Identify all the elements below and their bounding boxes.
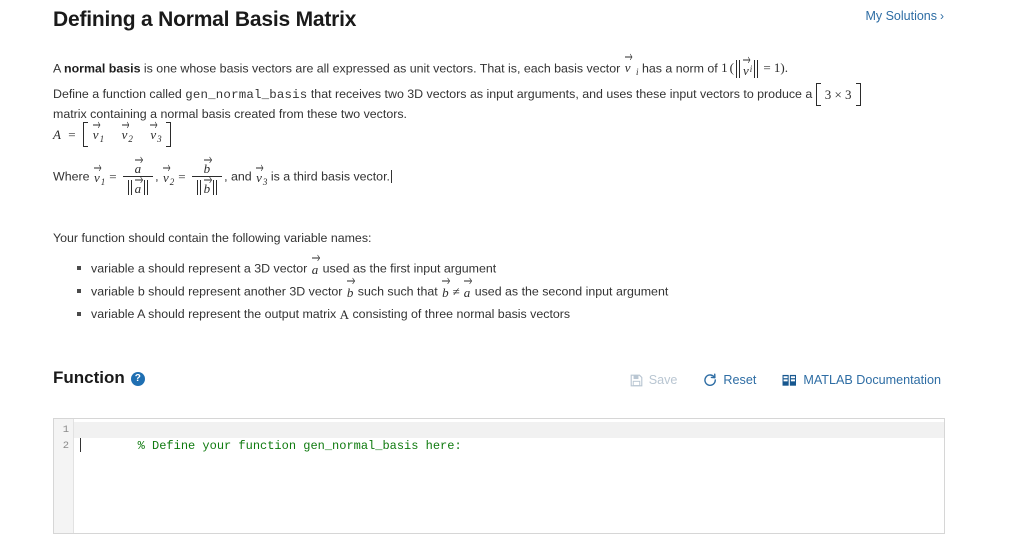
intro-p2-mid: that receives two 3D vectors as input ar… xyxy=(307,86,816,101)
intro-paragraph-2: Define a function called gen_normal_basi… xyxy=(53,83,893,123)
bullet-3-after: consisting of three normal basis vectors xyxy=(349,307,571,321)
save-disk-icon xyxy=(630,374,643,387)
editor-code-area[interactable]: % Define your function gen_normal_basis … xyxy=(74,419,944,533)
function-section-title: Function? xyxy=(53,368,145,388)
bullet-3-before: variable A should represent the output m… xyxy=(91,307,340,321)
code-line[interactable]: % Define your function gen_normal_basis … xyxy=(74,422,944,453)
editor-caret xyxy=(80,438,81,452)
intro-p1-lead: A xyxy=(53,61,65,76)
math-vector-a-2: a xyxy=(463,277,472,303)
where-equals-1: = xyxy=(109,169,117,185)
page-header: Defining a Normal Basis Matrix My Soluti… xyxy=(0,0,1024,46)
variables-list: variable a should represent a 3D vector … xyxy=(77,254,669,326)
equation-lhs: A xyxy=(53,126,61,142)
function-label: Function xyxy=(53,368,125,387)
code-editor[interactable]: 1 2 % Define your function gen_normal_ba… xyxy=(53,418,945,534)
mathworks-problem-page: Defining a Normal Basis Matrix My Soluti… xyxy=(0,0,1024,557)
where-definition-line: Where v1 = a a, v2 = b b, and v3 is a third ba… xyxy=(53,156,392,195)
bullet-2-before: variable b should represent another 3D v… xyxy=(91,284,346,299)
intro-p1-mid: has a norm of xyxy=(638,61,722,76)
documentation-label: MATLAB Documentation xyxy=(803,373,941,387)
save-button[interactable]: Save xyxy=(630,373,678,387)
math-vector-a: a xyxy=(311,254,320,280)
bullet-1-before: variable a should represent a 3D vector xyxy=(91,261,311,276)
function-name-code: gen_normal_basis xyxy=(185,87,308,102)
matrix-column-v1: v1 xyxy=(92,121,104,144)
fraction-b-over-norm-b: bb xyxy=(191,156,223,195)
documentation-book-icon xyxy=(782,374,797,387)
help-icon[interactable]: ? xyxy=(130,372,145,386)
equation-matrix-brackets: v1 v2 v3 xyxy=(82,121,171,147)
list-item: variable A should represent the output m… xyxy=(77,304,668,325)
where-tail-text: is a third basis vector. xyxy=(267,169,390,184)
math-vector-vi: v1i xyxy=(624,53,639,81)
line-number: 2 xyxy=(62,440,69,452)
list-item: variable a should represent a 3D vector … xyxy=(77,254,668,280)
text-cursor xyxy=(390,169,392,183)
matrix-column-v3: v3 xyxy=(149,121,162,144)
math-matrix-A: A xyxy=(339,306,350,322)
line-number: 1 xyxy=(62,424,69,436)
save-label: Save xyxy=(648,373,678,387)
bullet-1-after: used as the first input argument xyxy=(319,261,497,276)
math-vector-b-2: b xyxy=(441,277,451,303)
equation-equals: = xyxy=(68,126,76,142)
where-equals-2: = xyxy=(178,169,186,185)
reset-button[interactable]: Reset xyxy=(703,373,756,387)
where-and-text: , and xyxy=(224,169,256,184)
my-solutions-label: My Solutions xyxy=(865,9,937,23)
list-item: variable b should represent another 3D v… xyxy=(77,277,669,303)
intro-p1-tail: is one whose basis vectors are all expre… xyxy=(140,61,624,76)
matrix-equation: A = v1 v2 v3 xyxy=(53,121,171,147)
where-v3: v3 xyxy=(255,164,267,187)
bullet-2-mid: such such that xyxy=(354,284,442,299)
math-norm-expression: 1(v i = 1). xyxy=(721,56,788,79)
matrix-column-v2: v2 xyxy=(121,121,133,144)
math-matrix-dimensions: 3 × 3 xyxy=(815,83,861,106)
intro-p2-lead: Define a function called xyxy=(53,86,186,101)
where-comma-1: , xyxy=(155,169,162,184)
intro-p1-bold-term: normal basis xyxy=(64,61,141,76)
fraction-a-over-norm-a: aa xyxy=(122,156,154,195)
matlab-documentation-button[interactable]: MATLAB Documentation xyxy=(782,373,941,387)
my-solutions-link[interactable]: My Solutions › xyxy=(865,9,944,23)
variables-heading: Your function should contain the followi… xyxy=(53,231,372,245)
code-comment-text: % Define your function gen_normal_basis … xyxy=(137,439,462,453)
refresh-icon xyxy=(703,373,717,387)
intro-paragraph-1: A normal basis is one whose basis vector… xyxy=(53,53,933,81)
chevron-right-icon: › xyxy=(940,9,944,23)
reset-label: Reset xyxy=(723,373,757,387)
page-title: Defining a Normal Basis Matrix xyxy=(53,8,357,31)
math-vector-b: b xyxy=(346,277,355,303)
bullet-2-after: used as the second input argument xyxy=(471,284,669,299)
editor-toolbar: Save Reset MATLAB Documentation xyxy=(630,373,941,387)
editor-line-number-gutter: 1 2 xyxy=(54,419,74,533)
where-label: Where xyxy=(53,169,93,184)
not-equal-symbol: ≠ xyxy=(452,284,460,299)
intro-p2-tail: matrix containing a normal basis created… xyxy=(53,107,407,121)
where-v1: v1 xyxy=(93,164,105,187)
where-v2: v2 xyxy=(162,164,174,187)
